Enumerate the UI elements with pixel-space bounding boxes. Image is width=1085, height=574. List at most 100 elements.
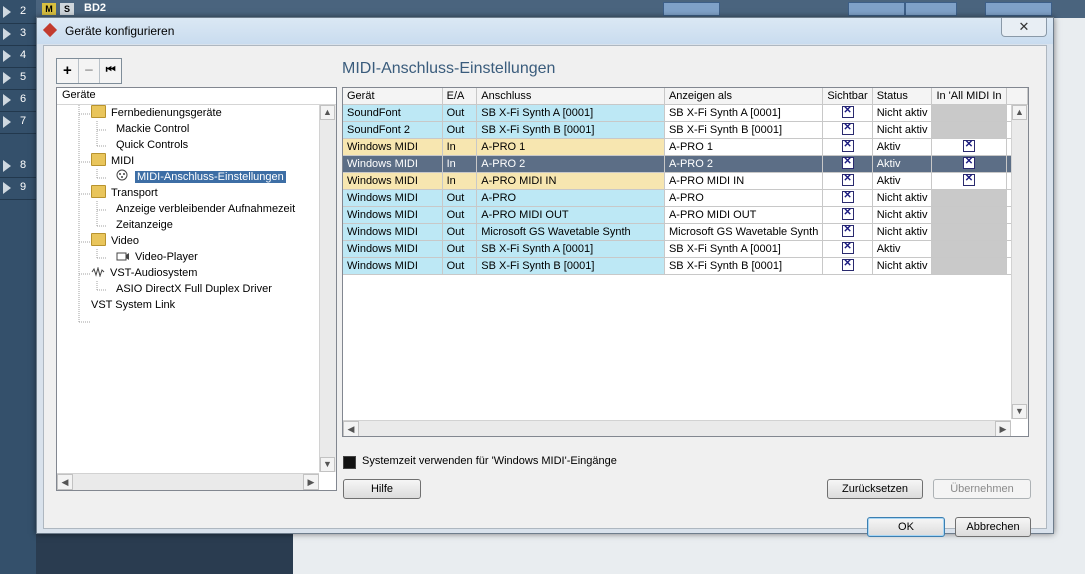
tree-item[interactable]: VST System Link	[91, 297, 175, 313]
cell-visible[interactable]	[822, 206, 873, 224]
all-midi-in-checkbox[interactable]	[962, 139, 975, 152]
cell-status[interactable]: Nicht aktiv	[872, 104, 933, 122]
scroll-down-icon[interactable]: ▼	[320, 457, 335, 472]
reset-button[interactable]: Zurücksetzen	[827, 479, 923, 499]
add-device-button[interactable]: +	[57, 59, 79, 83]
track-row[interactable]: 5	[0, 67, 36, 90]
column-header-io[interactable]: E/A	[442, 88, 478, 105]
cell-port[interactable]: A-PRO 2	[476, 155, 665, 173]
table-row[interactable]: Windows MIDIInA-PRO 2A-PRO 2Aktiv	[343, 155, 1028, 173]
scroll-right-icon[interactable]: ▶	[995, 421, 1011, 436]
cell-io[interactable]: Out	[442, 121, 478, 139]
table-row[interactable]: SoundFont 2 Out SB X-Fi Synth B [0001] SB X…	[343, 121, 1028, 139]
cell-display-as[interactable]: A-PRO 1	[664, 138, 824, 156]
scroll-right-icon[interactable]: ▶	[303, 474, 319, 490]
tree-item[interactable]: Mackie Control	[116, 121, 189, 137]
scroll-up-icon[interactable]: ▲	[320, 105, 335, 120]
cell-status[interactable]: Nicht aktiv	[872, 257, 933, 275]
cell-io[interactable]: Out	[442, 257, 478, 275]
cell-device[interactable]: Windows MIDI	[343, 257, 443, 275]
scroll-left-icon[interactable]: ◀	[343, 421, 359, 436]
expand-arrow-icon[interactable]	[3, 116, 11, 128]
table-row[interactable]: Windows MIDI Out SB X-Fi Synth B [0001] SB …	[343, 257, 1028, 275]
cell-io[interactable]: Out	[442, 189, 478, 207]
cell-io[interactable]: In	[442, 172, 478, 190]
expand-arrow-icon[interactable]	[3, 94, 11, 106]
tree-item[interactable]: Video	[91, 233, 139, 249]
track-row[interactable]: 9	[0, 177, 36, 200]
tree-item[interactable]: MIDI-Anschluss-Einstellungen	[116, 169, 286, 185]
cell-io[interactable]: Out	[442, 104, 478, 122]
visible-checkbox[interactable]	[841, 207, 854, 220]
visible-checkbox[interactable]	[841, 241, 854, 254]
solo-button[interactable]: S	[60, 3, 74, 15]
visible-checkbox[interactable]	[841, 190, 854, 203]
table-row[interactable]: Windows MIDI Out Microsoft GS Wavetable Sy…	[343, 223, 1028, 241]
scroll-down-icon[interactable]: ▼	[1012, 404, 1027, 419]
column-header-display-as[interactable]: Anzeigen als	[664, 88, 824, 105]
cell-visible[interactable]	[822, 257, 873, 275]
cell-display-as[interactable]: A-PRO 2	[664, 155, 824, 173]
expand-arrow-icon[interactable]	[3, 28, 11, 40]
column-header-all-midi-in[interactable]: In 'All MIDI In	[931, 88, 1007, 105]
cell-all-midi-in[interactable]	[931, 240, 1007, 258]
table-horizontal-scrollbar[interactable]: ◀ ▶	[343, 420, 1011, 436]
cell-status[interactable]: Aktiv	[872, 138, 933, 156]
column-header-device[interactable]: Gerät	[343, 88, 443, 105]
scroll-left-icon[interactable]: ◀	[57, 474, 73, 490]
cell-display-as[interactable]: A-PRO	[664, 189, 824, 207]
cell-visible[interactable]	[822, 121, 873, 139]
remove-device-button[interactable]: −	[79, 59, 101, 83]
expand-arrow-icon[interactable]	[3, 182, 11, 194]
cell-display-as[interactable]: SB X-Fi Synth A [0001]	[664, 104, 824, 122]
column-header-port[interactable]: Anschluss	[476, 88, 665, 105]
all-midi-in-checkbox[interactable]	[962, 156, 975, 169]
cell-port[interactable]: A-PRO MIDI IN	[476, 172, 665, 190]
cell-visible[interactable]	[822, 172, 873, 190]
tree-item[interactable]: Zeitanzeige	[116, 217, 173, 233]
cell-device[interactable]: Windows MIDI	[343, 155, 443, 173]
cell-io[interactable]: In	[442, 138, 478, 156]
tree-item[interactable]: Fernbedienungsgeräte	[91, 105, 222, 121]
cell-device[interactable]: Windows MIDI	[343, 138, 443, 156]
cell-port[interactable]: SB X-Fi Synth A [0001]	[476, 240, 665, 258]
help-button[interactable]: Hilfe	[343, 479, 421, 499]
event-clip[interactable]	[848, 2, 905, 16]
visible-checkbox[interactable]	[841, 224, 854, 237]
cell-all-midi-in[interactable]	[931, 257, 1007, 275]
cell-status[interactable]: Nicht aktiv	[872, 223, 933, 241]
tree-vertical-scrollbar[interactable]: ▲ ▼	[319, 105, 336, 472]
table-row[interactable]: Windows MIDI Out SB X-Fi Synth A [0001] SB …	[343, 240, 1028, 258]
cell-visible[interactable]	[822, 104, 873, 122]
system-time-checkbox[interactable]	[343, 456, 356, 469]
table-row[interactable]: SoundFont Out SB X-Fi Synth A [0001] SB X-F…	[343, 104, 1028, 122]
ok-button[interactable]: OK	[867, 517, 945, 537]
event-clip[interactable]	[985, 2, 1052, 16]
cell-io[interactable]: Out	[442, 240, 478, 258]
table-row[interactable]: Windows MIDIOutA-PROA-PRONicht aktiv	[343, 189, 1028, 207]
cell-visible[interactable]	[822, 155, 873, 173]
title-bar[interactable]: Geräte konfigurieren ✕	[37, 18, 1053, 44]
mute-button[interactable]: M	[42, 3, 56, 15]
visible-checkbox[interactable]	[841, 258, 854, 271]
cell-device[interactable]: Windows MIDI	[343, 240, 443, 258]
cell-device[interactable]: Windows MIDI	[343, 206, 443, 224]
cell-port[interactable]: A-PRO 1	[476, 138, 665, 156]
close-button[interactable]: ✕	[1001, 18, 1047, 37]
cell-display-as[interactable]: SB X-Fi Synth B [0001]	[664, 257, 824, 275]
cell-io[interactable]: Out	[442, 206, 478, 224]
cell-display-as[interactable]: A-PRO MIDI IN	[664, 172, 824, 190]
cell-port[interactable]: SB X-Fi Synth B [0001]	[476, 121, 665, 139]
cell-visible[interactable]	[822, 223, 873, 241]
cell-port[interactable]: SB X-Fi Synth B [0001]	[476, 257, 665, 275]
cell-device[interactable]: Windows MIDI	[343, 172, 443, 190]
table-row[interactable]: Windows MIDIInA-PRO 1A-PRO 1Aktiv	[343, 138, 1028, 156]
track-row[interactable]: 8	[0, 155, 36, 178]
cell-visible[interactable]	[822, 189, 873, 207]
cell-port[interactable]: A-PRO	[476, 189, 665, 207]
cell-all-midi-in[interactable]	[931, 172, 1007, 190]
cell-all-midi-in[interactable]	[931, 155, 1007, 173]
table-row[interactable]: Windows MIDI Out A-PRO MIDI OUT A-PRO MIDI …	[343, 206, 1028, 224]
cell-all-midi-in[interactable]	[931, 189, 1007, 207]
cell-status[interactable]: Nicht aktiv	[872, 189, 933, 207]
